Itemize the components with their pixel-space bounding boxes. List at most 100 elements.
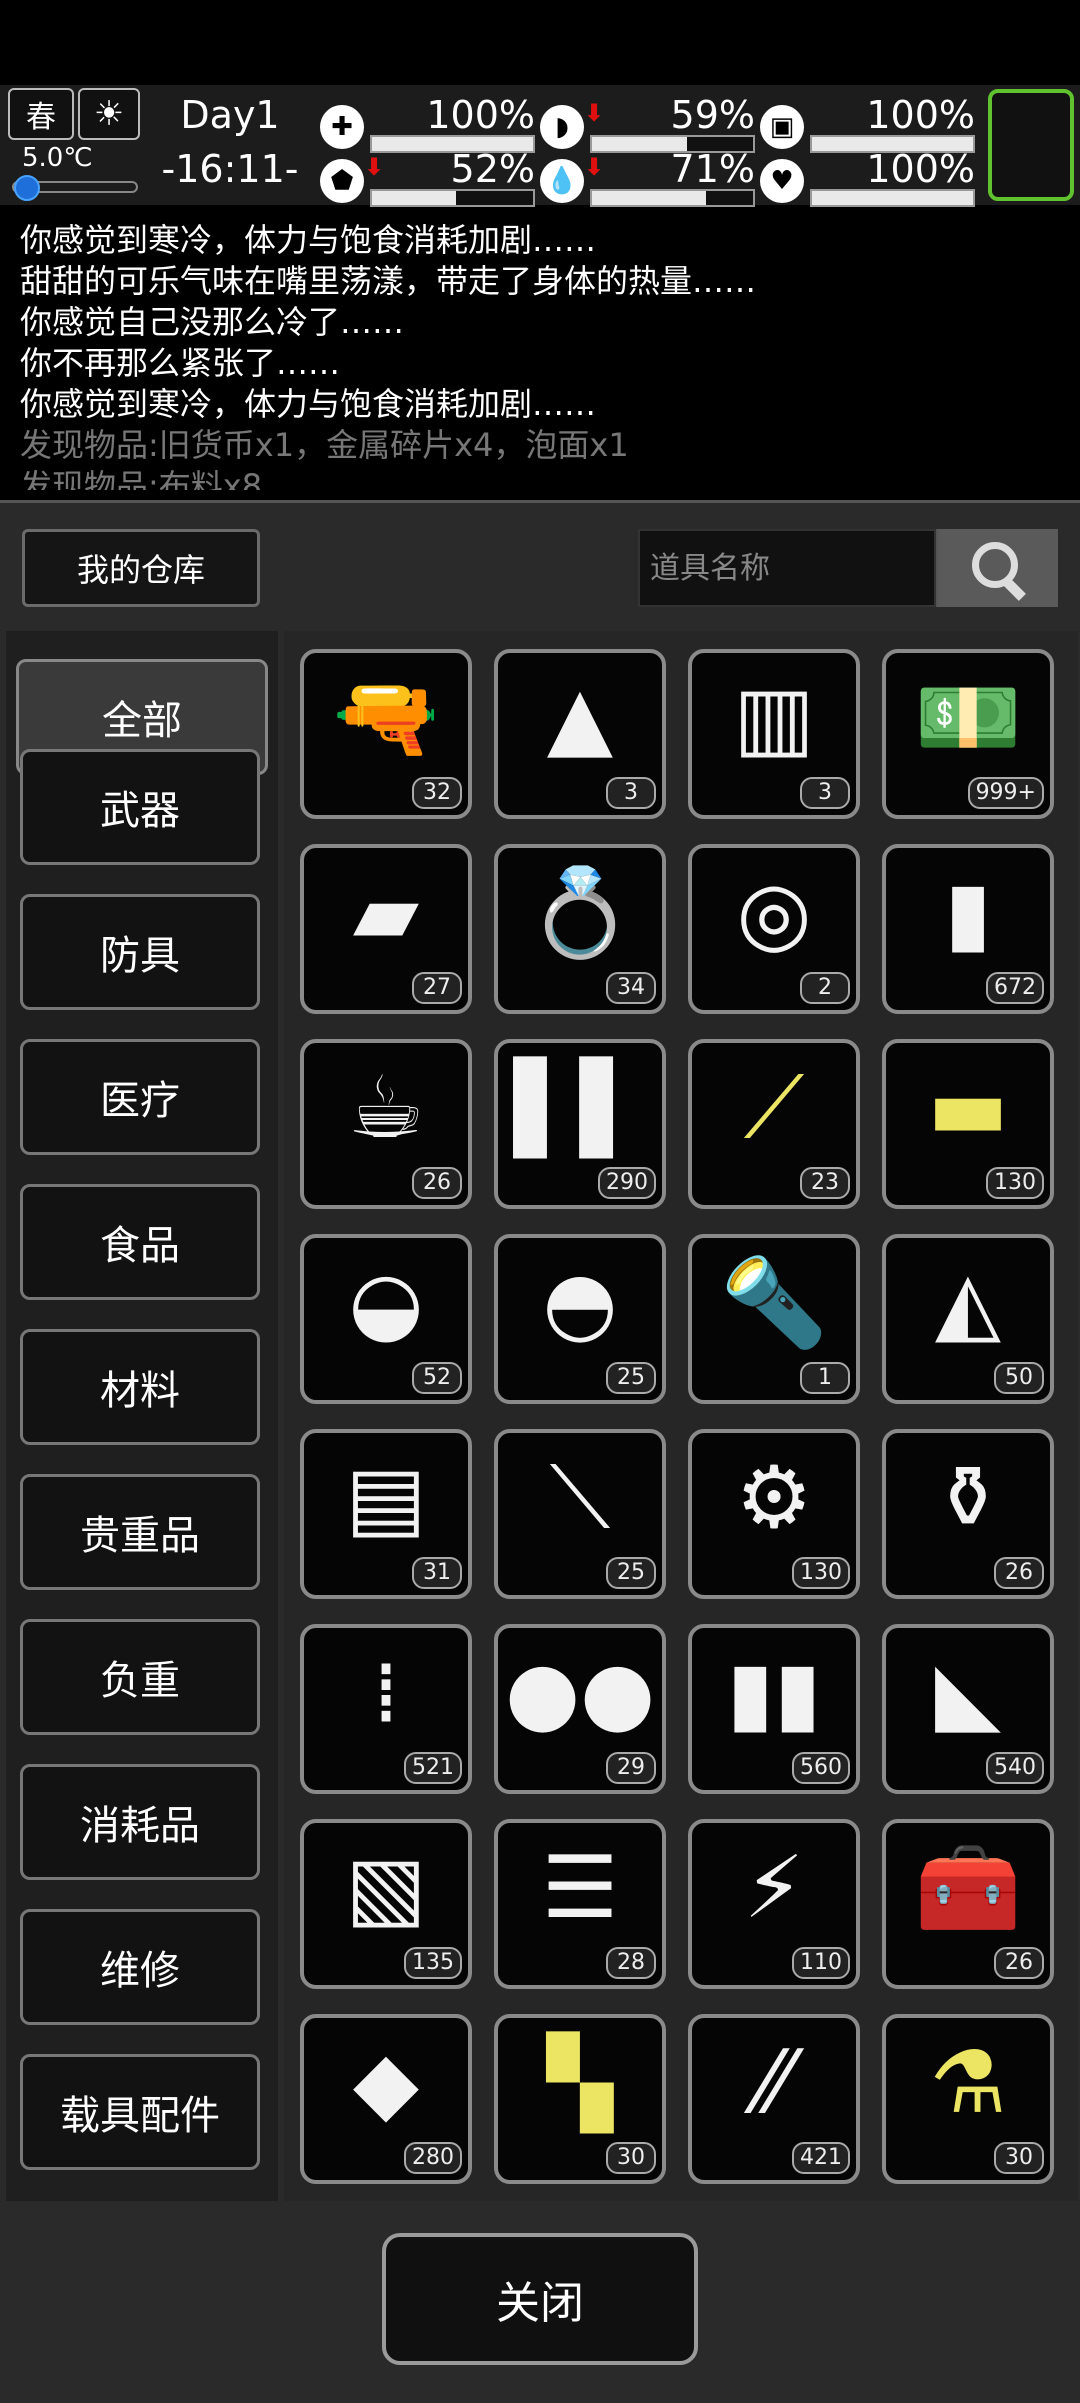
bowl-of-tofu-icon: ◓ bbox=[542, 1253, 618, 1353]
item-count-badge: 672 bbox=[986, 972, 1044, 1004]
category-list[interactable]: 全部 武器 防具 医疗 食品 材料 贵重品 负重 消耗品 维修 载具配件 bbox=[6, 631, 278, 2201]
day-counter: Day1 bbox=[180, 93, 280, 137]
armor-icon: ▣ bbox=[760, 105, 804, 149]
item-slot-wood-logs[interactable]: ▚ 30 bbox=[494, 2014, 666, 2184]
item-slot-cloth-scrap[interactable]: ▲ 3 bbox=[494, 649, 666, 819]
stat-bar-fill bbox=[372, 191, 456, 205]
item-slot-coffee-cup[interactable]: ☕ 26 bbox=[300, 1039, 472, 1209]
ring-icon: 💍 bbox=[526, 863, 634, 963]
item-count-badge: 28 bbox=[606, 1947, 656, 1979]
item-slot-ring[interactable]: 💍 34 bbox=[494, 844, 666, 1014]
item-slot-metal-sheet[interactable]: ◆ 280 bbox=[300, 2014, 472, 2184]
category-tab[interactable]: 武器 bbox=[20, 749, 260, 865]
item-slot-bullets[interactable]: ⁄⁄ 421 bbox=[688, 2014, 860, 2184]
item-slot-planks[interactable]: ▌▌ 290 bbox=[494, 1039, 666, 1209]
item-count-badge: 110 bbox=[792, 1947, 850, 1979]
storage-title-tab[interactable]: 我的仓库 bbox=[22, 529, 260, 607]
search-bar bbox=[638, 529, 1058, 607]
item-count-badge: 521 bbox=[404, 1752, 462, 1784]
stat-value: 52% bbox=[450, 147, 535, 191]
item-slot-flare-gun[interactable]: 🔫 32 bbox=[300, 649, 472, 819]
item-slot-vase[interactable]: ⚱ 26 bbox=[882, 1429, 1054, 1599]
item-count-badge: 50 bbox=[994, 1362, 1044, 1394]
battery-pack-icon: ▮ bbox=[944, 863, 992, 963]
equipment-slot[interactable] bbox=[988, 89, 1074, 201]
item-count-badge: 30 bbox=[994, 2142, 1044, 2174]
item-slot-wires[interactable]: ⟋ 23 bbox=[688, 1039, 860, 1209]
item-slot-machine-parts[interactable]: ⚙ 130 bbox=[688, 1429, 860, 1599]
season-label: 春 bbox=[26, 100, 56, 135]
category-tab[interactable]: 维修 bbox=[20, 1909, 260, 2025]
item-count-badge: 30 bbox=[606, 2142, 656, 2174]
item-slot-pickle-jar[interactable]: ▤ 31 bbox=[300, 1429, 472, 1599]
medkit-icon: ✚ bbox=[320, 105, 364, 149]
pistol-ammo-icon: ▮▮ bbox=[726, 1643, 822, 1743]
item-slot-wood-boards[interactable]: ▧ 135 bbox=[300, 1819, 472, 1989]
item-count-badge: 540 bbox=[986, 1752, 1044, 1784]
stat-value: 59% bbox=[670, 93, 755, 137]
item-count-badge: 23 bbox=[800, 1167, 850, 1199]
game-clock: -16:11- bbox=[161, 147, 299, 191]
stat-bar bbox=[370, 189, 535, 207]
item-slot-pistol-ammo[interactable]: ▮▮ 560 bbox=[688, 1624, 860, 1794]
item-grid[interactable]: 🔫 32 ▲ 3 ▥ 3 💵 999+ ▰ 27 💍 34 ◎ 2 ▮ 672 ☕ 26 ▌▌ 290 ⟋ 23 ▬ 130 ◒… bbox=[284, 631, 1078, 2201]
item-slot-battery-pack[interactable]: ▮ 672 bbox=[882, 844, 1054, 1014]
item-slot-spring[interactable]: ▬ 130 bbox=[882, 1039, 1054, 1209]
sun-icon: ☀ bbox=[78, 88, 140, 140]
water-drop-icon: 💧 bbox=[540, 159, 584, 203]
machine-parts-icon: ⚙ bbox=[735, 1448, 813, 1548]
item-count-badge: 32 bbox=[412, 777, 462, 809]
heart-icon: ♥ bbox=[760, 159, 804, 203]
category-tab[interactable]: 负重 bbox=[20, 1619, 260, 1735]
item-slot-fabric-roll[interactable]: ◭ 50 bbox=[882, 1234, 1054, 1404]
item-slot-bowl-of-tofu[interactable]: ◓ 25 bbox=[494, 1234, 666, 1404]
item-slot-flashlight[interactable]: 🔦 1 bbox=[688, 1234, 860, 1404]
item-count-badge: 1 bbox=[800, 1362, 850, 1394]
item-slot-chemical-flask[interactable]: ⚗ 30 bbox=[882, 2014, 1054, 2184]
item-slot-old-currency[interactable]: 💵 999+ bbox=[882, 649, 1054, 819]
stat-bar bbox=[810, 189, 975, 207]
item-count-badge: 280 bbox=[404, 2142, 462, 2174]
item-slot-metal-ingot[interactable]: ▰ 27 bbox=[300, 844, 472, 1014]
wood-logs-icon: ▚ bbox=[546, 2033, 614, 2133]
category-tab[interactable]: 载具配件 bbox=[20, 2054, 260, 2170]
bullets-icon: ⁄⁄ bbox=[759, 2033, 789, 2133]
item-slot-rifle-ammo[interactable]: ⁞ 521 bbox=[300, 1624, 472, 1794]
item-slot-batteries[interactable]: ⚡ 110 bbox=[688, 1819, 860, 1989]
metal-sheet-icon: ◆ bbox=[352, 2033, 420, 2133]
search-button[interactable] bbox=[938, 529, 1058, 607]
log-line: 你感觉到寒冷，体力与饱食消耗加剧…… bbox=[20, 221, 597, 259]
seeds-icon: ●● bbox=[504, 1643, 656, 1743]
item-count-badge: 25 bbox=[606, 1557, 656, 1589]
spring-icon: ▬ bbox=[927, 1058, 1009, 1158]
category-tab[interactable]: 防具 bbox=[20, 894, 260, 1010]
category-tab[interactable]: 消耗品 bbox=[20, 1764, 260, 1880]
item-count-badge: 25 bbox=[606, 1362, 656, 1394]
item-slot-bowl-of-food[interactable]: ◒ 52 bbox=[300, 1234, 472, 1404]
search-input[interactable] bbox=[638, 529, 936, 607]
coffee-cup-icon: ☕ bbox=[347, 1058, 425, 1158]
item-slot-toolbox[interactable]: 🧰 26 bbox=[882, 1819, 1054, 1989]
category-tab[interactable]: 贵重品 bbox=[20, 1474, 260, 1590]
category-tab[interactable]: 食品 bbox=[20, 1184, 260, 1300]
temperature-readout: 5.0℃ bbox=[22, 143, 93, 173]
item-slot-seeds[interactable]: ●● 29 bbox=[494, 1624, 666, 1794]
item-count-badge: 421 bbox=[792, 2142, 850, 2174]
item-slot-hotpot[interactable]: ◎ 2 bbox=[688, 844, 860, 1014]
stat-bar bbox=[590, 189, 755, 207]
category-tab[interactable]: 材料 bbox=[20, 1329, 260, 1445]
category-tab[interactable]: 医疗 bbox=[20, 1039, 260, 1155]
close-button[interactable]: 关闭 bbox=[382, 2233, 698, 2365]
stat-value: 100% bbox=[426, 93, 535, 137]
item-slot-cloth-stack[interactable]: ☰ 28 bbox=[494, 1819, 666, 1989]
stat-value: 100% bbox=[866, 93, 975, 137]
item-slot-paint-spill[interactable]: ◣ 540 bbox=[882, 1624, 1054, 1794]
item-slot-towel[interactable]: ▥ 3 bbox=[688, 649, 860, 819]
vase-icon: ⚱ bbox=[931, 1448, 1005, 1548]
pickle-jar-icon: ▤ bbox=[345, 1448, 427, 1548]
stat-mood: ♥ 100% bbox=[760, 147, 975, 209]
item-slot-glue-tube[interactable]: ⟍ 25 bbox=[494, 1429, 666, 1599]
item-count-badge: 26 bbox=[994, 1557, 1044, 1589]
temperature-gauge-knob bbox=[13, 175, 40, 201]
batteries-icon: ⚡ bbox=[743, 1838, 805, 1938]
